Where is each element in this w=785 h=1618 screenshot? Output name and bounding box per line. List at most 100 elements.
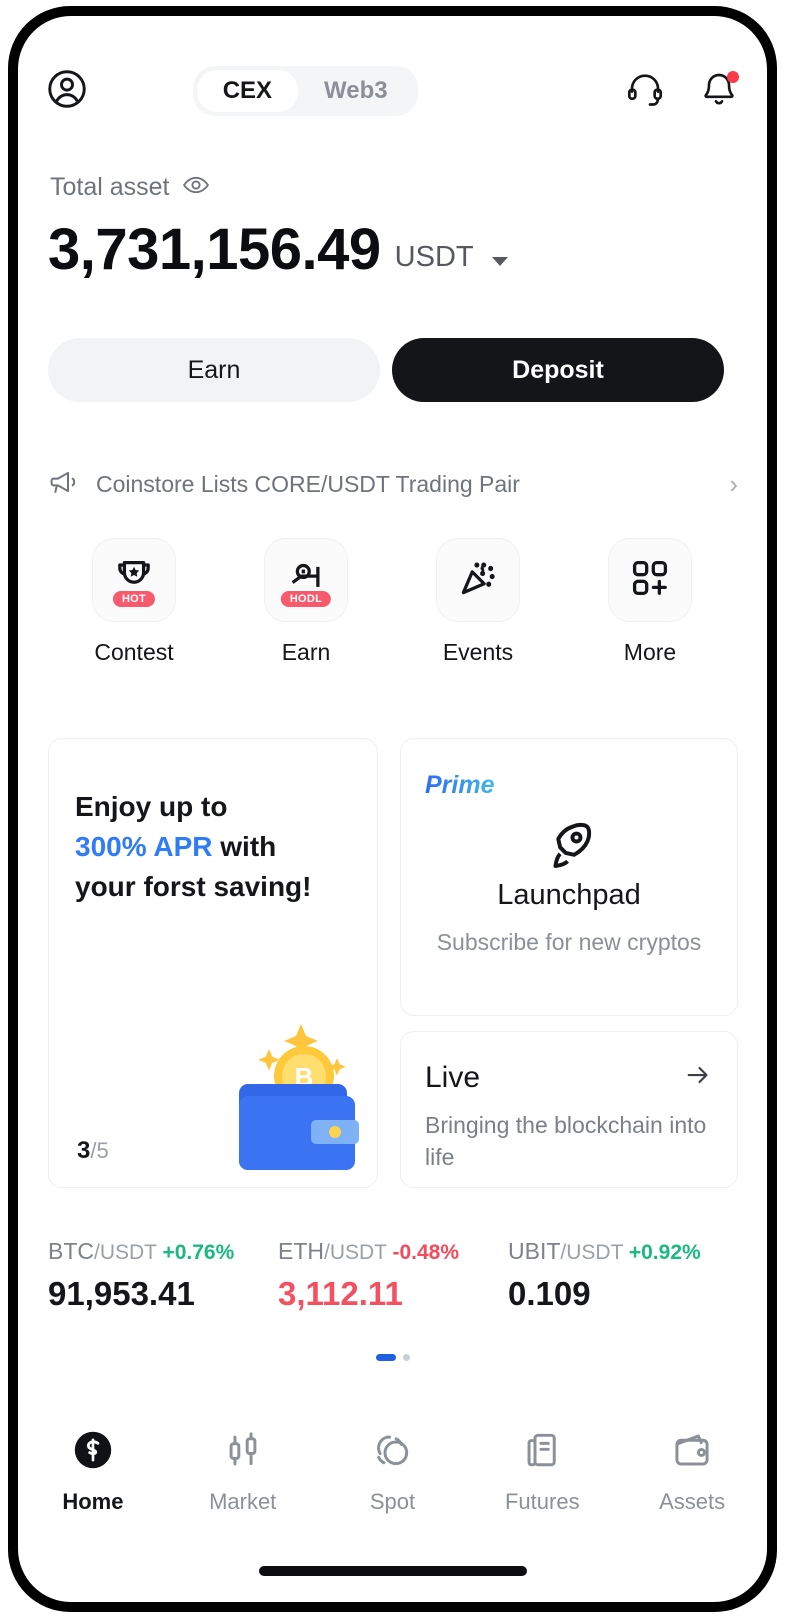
quick-action-events[interactable]: Events [392, 538, 564, 666]
megaphone-icon [48, 466, 80, 503]
app-header: CEX Web3 [18, 52, 767, 130]
market-type-toggle[interactable]: CEX Web3 [192, 66, 418, 116]
chevron-down-icon[interactable] [491, 257, 508, 266]
promo-line-2-tail: with [212, 830, 277, 862]
ticker-quote: /USDT [94, 1241, 157, 1264]
events-tile[interactable] [436, 538, 520, 622]
phone-screen: CEX Web3 Total asset 3,731,156.49 USDT E… [18, 16, 767, 1602]
arrow-right-icon[interactable] [683, 1060, 713, 1095]
earn-tile[interactable]: HODL [264, 538, 348, 622]
ticker-pair: BTC/USDT +0.76% [48, 1238, 278, 1265]
quick-action-contest[interactable]: HOT Contest [48, 538, 220, 666]
tab-web3[interactable]: Web3 [298, 70, 414, 112]
confetti-icon [455, 555, 501, 606]
ticker-price: 3,112.11 [278, 1275, 403, 1312]
more-tile[interactable] [608, 538, 692, 622]
total-asset-value-row: 3,731,156.49 USDT [48, 221, 508, 279]
primary-actions: Earn Deposit [48, 338, 724, 402]
notifications-button[interactable] [697, 69, 741, 113]
carousel-total: /5 [90, 1138, 109, 1163]
bottom-navigation: Home Market Spot Futures Assets [18, 1418, 767, 1526]
launchpad-title: Launchpad [497, 879, 641, 911]
document-icon [521, 1429, 563, 1476]
ticker-eth[interactable]: ETH/USDT -0.48% 3,112.11 [278, 1238, 508, 1313]
ticker-row: BTC/USDT +0.76% 91,953.41 ETH/USDT -0.48… [48, 1238, 738, 1313]
contest-tile[interactable]: HOT [92, 538, 176, 622]
ticker-change: +0.76% [162, 1241, 235, 1264]
nav-label: Futures [504, 1489, 580, 1514]
carousel-current: 3 [77, 1137, 91, 1164]
quick-action-earn[interactable]: HODL Earn [220, 538, 392, 666]
quick-action-label: Events [442, 639, 514, 665]
quick-action-label: Contest [94, 639, 174, 665]
home-indicator [258, 1566, 527, 1576]
nav-item-assets[interactable]: Assets [617, 1429, 767, 1515]
tab-cex[interactable]: CEX [196, 70, 299, 112]
user-circle-icon [45, 67, 89, 116]
quick-action-label: Earn [281, 639, 331, 665]
notification-badge-dot [727, 71, 739, 83]
headset-icon [625, 69, 665, 114]
nav-item-market[interactable]: Market [168, 1429, 318, 1515]
phone-frame: CEX Web3 Total asset 3,731,156.49 USDT E… [8, 6, 777, 1612]
currency-label: USDT [394, 241, 474, 273]
live-title: Live [425, 1060, 481, 1094]
live-card[interactable]: Live Bringing the blockchain into life [400, 1031, 738, 1188]
ticker-pair: ETH/USDT -0.48% [278, 1238, 508, 1265]
nav-item-spot[interactable]: Spot [318, 1429, 468, 1515]
candlestick-icon [222, 1429, 264, 1476]
earn-button[interactable]: Earn [48, 338, 380, 402]
ticker-pair: UBIT/USDT +0.92% [508, 1238, 738, 1265]
ticker-quote: /USDT [324, 1241, 387, 1264]
rocket-icon [541, 817, 597, 878]
ticker-btc[interactable]: BTC/USDT +0.76% 91,953.41 [48, 1238, 278, 1313]
nav-label: Home [62, 1489, 124, 1514]
nav-label: Market [209, 1489, 277, 1514]
nav-item-home[interactable]: Home [18, 1429, 168, 1515]
hodl-badge: HODL [280, 591, 332, 607]
live-subtitle: Bringing the blockchain into life [425, 1112, 707, 1170]
ticker-change: +0.92% [628, 1241, 701, 1264]
ticker-ubit[interactable]: UBIT/USDT +0.92% 0.109 [508, 1238, 738, 1313]
total-asset-amount: 3,731,156.49 [48, 217, 381, 282]
promo-text: Enjoy up to 300% APR with your forst sav… [75, 787, 345, 906]
ticker-quote: /USDT [560, 1241, 624, 1264]
nav-label: Assets [659, 1489, 726, 1514]
deposit-button[interactable]: Deposit [392, 338, 724, 402]
nav-item-futures[interactable]: Futures [467, 1429, 617, 1515]
carousel-pagination[interactable] [18, 1354, 767, 1361]
wallet-bitcoin-icon: B [211, 1014, 361, 1179]
spot-circles-icon [371, 1429, 413, 1476]
total-asset-label: Total asset [50, 173, 170, 201]
ticker-base: ETH [278, 1238, 324, 1264]
prime-tag: Prime [425, 771, 495, 799]
announcement-text: Coinstore Lists CORE/USDT Trading Pair [96, 470, 520, 497]
hot-badge: HOT [112, 591, 156, 607]
savings-promo-card[interactable]: Enjoy up to 300% APR with your forst sav… [48, 738, 378, 1188]
chevron-right-icon: › [729, 468, 738, 499]
coinstore-logo-icon [72, 1429, 114, 1476]
pagination-dot[interactable] [402, 1354, 410, 1361]
profile-button[interactable] [44, 68, 90, 114]
launchpad-card[interactable]: Prime Launchpad Subscribe for new crypto… [400, 738, 738, 1016]
promo-line-3: your forst saving! [75, 870, 312, 902]
ticker-base: UBIT [508, 1238, 561, 1264]
promo-highlight: 300% APR [75, 830, 213, 862]
nav-label: Spot [369, 1489, 416, 1514]
carousel-counter: 3/5 [77, 1137, 109, 1165]
ticker-change: -0.48% [392, 1241, 460, 1264]
announcement-banner[interactable]: Coinstore Lists CORE/USDT Trading Pair › [48, 456, 738, 512]
quick-actions-row: HOT Contest HODL Earn Events More [48, 538, 738, 666]
pagination-dot-active[interactable] [375, 1354, 396, 1361]
ticker-price: 91,953.41 [48, 1275, 195, 1312]
launchpad-subtitle: Subscribe for new cryptos [436, 929, 702, 955]
grid-plus-icon [628, 556, 672, 605]
wallet-icon [671, 1429, 713, 1476]
total-asset-label-row: Total asset [50, 171, 210, 204]
ticker-base: BTC [48, 1238, 94, 1264]
eye-icon[interactable] [182, 171, 210, 204]
quick-action-more[interactable]: More [564, 538, 736, 666]
quick-action-label: More [623, 639, 677, 665]
promo-line-1: Enjoy up to [75, 791, 228, 822]
support-button[interactable] [623, 69, 667, 113]
